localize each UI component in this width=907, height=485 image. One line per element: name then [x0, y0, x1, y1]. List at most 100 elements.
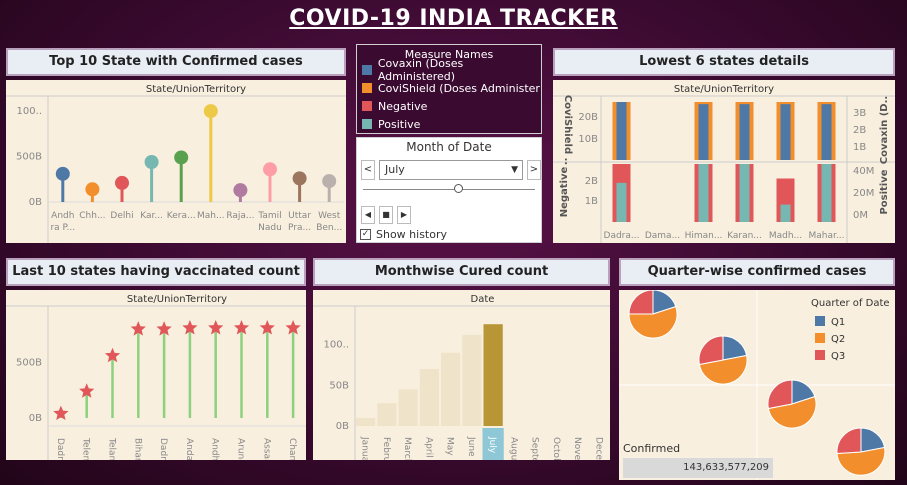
y-tick-label: 100..	[17, 106, 42, 117]
lollipop-head	[144, 155, 159, 169]
top10-title: Top 10 State with Confirmed cases	[6, 48, 346, 76]
show-history-label: Show history	[376, 228, 448, 241]
y-tick-label: 20B	[578, 112, 598, 123]
monthwise-svg: Date 0B 50B 100.. January Februa... March April…	[313, 290, 610, 477]
legend-swatch	[362, 101, 372, 111]
month-select-value: July	[385, 163, 405, 176]
y-tick-label: 3B	[853, 108, 866, 119]
quarter-svg: Quarter of Date Q1 Q2 Q3 Confirmed143,633,57…	[619, 289, 895, 480]
x-tick-label: Andh	[51, 211, 74, 221]
y-axis-label: Positive	[879, 169, 890, 214]
lollipop-head	[174, 150, 189, 165]
y-tick-label: 20M	[853, 188, 874, 199]
bar-positive	[780, 204, 791, 222]
x-tick-label: Dadra...	[604, 231, 640, 241]
y-axis-label: Covaxin (D..	[879, 96, 890, 164]
show-history-checkbox[interactable]: ✓	[360, 229, 371, 240]
x-tick-label: Pra...	[288, 223, 311, 233]
top10-chart[interactable]: State/UnionTerritory 0B 500B 100.. Andh ra P.…	[6, 80, 346, 243]
prev-button[interactable]: <	[361, 160, 375, 180]
y-tick-label: 40M	[853, 166, 874, 177]
x-tick-label: Raja...	[226, 211, 254, 221]
y-tick-label: 1B	[853, 142, 866, 153]
legend-swatch	[815, 333, 825, 343]
month-select[interactable]: July ▼	[379, 160, 523, 180]
next-button[interactable]: >	[527, 160, 541, 180]
legend-label: Positive	[378, 117, 421, 131]
pie-slice-q3	[767, 379, 793, 410]
last10-chart[interactable]: State/UnionTerritory 0B 500B Dadra... Teleng…	[6, 290, 306, 478]
month-slider-handle[interactable]	[454, 184, 463, 193]
bar-positive	[616, 182, 627, 222]
x-tick-label: April	[423, 437, 433, 458]
axis-bg	[313, 290, 353, 460]
legend-swatch	[362, 65, 372, 75]
column-header: Date	[471, 294, 495, 305]
x-tick-label: Himan...	[685, 231, 723, 241]
x-tick-label: May	[445, 437, 455, 456]
legend-label: Negative	[378, 99, 428, 113]
x-tick-label: March	[402, 437, 412, 460]
x-tick-label: August	[508, 437, 518, 460]
month-slider-track[interactable]	[363, 189, 535, 190]
legend-swatch	[362, 119, 372, 129]
legend-item[interactable]: Negative	[357, 97, 541, 115]
x-tick-label: Andam...	[184, 438, 194, 460]
lollipop-head	[115, 175, 129, 190]
y-tick-label: 10B	[578, 134, 598, 145]
column-header: State/UnionTerritory	[146, 84, 246, 95]
bar-covaxin	[739, 104, 750, 160]
bar-positive	[739, 164, 750, 222]
lollipop-head	[292, 171, 307, 186]
play-icon[interactable]: ▶	[397, 206, 411, 224]
monthwise-chart[interactable]: Date 0B 50B 100.. January Februa... March April…	[313, 290, 610, 477]
x-tick-label: June	[466, 436, 476, 457]
legend-item[interactable]: CoviShield (Doses Administer	[357, 79, 541, 97]
last10-title: Last 10 states having vaccinated count	[6, 258, 306, 286]
y-tick-label: 0B	[336, 421, 349, 432]
y-tick-label: 500B	[16, 357, 42, 368]
lollipop-head	[55, 166, 70, 181]
confirmed-value: 143,633,577,209	[683, 462, 769, 473]
legend-label: Q3	[831, 351, 845, 362]
legend-item[interactable]: Covaxin (Doses Administered)	[357, 57, 541, 83]
lollipop-head	[85, 182, 100, 197]
x-tick-label: Assam	[261, 438, 271, 460]
column-header: State/UnionTerritory	[127, 294, 227, 305]
x-tick-label: Decem...	[593, 437, 603, 460]
quarter-chart[interactable]: Quarter of Date Q1 Q2 Q3 Confirmed 143,633,57…	[619, 289, 895, 480]
lowest6-svg: State/UnionTerritory CoviShield .. Covaxin…	[553, 80, 895, 243]
bar-covaxin	[698, 104, 709, 160]
back-icon[interactable]: ◀	[361, 206, 375, 224]
x-tick-label: Februa...	[381, 437, 391, 460]
y-tick-label: 1B	[585, 196, 598, 207]
x-tick-label: Chh...	[79, 211, 105, 221]
x-tick-label: Dadra...	[55, 438, 65, 460]
month-bar	[398, 389, 418, 426]
month-bar	[419, 369, 439, 426]
legend-swatch	[362, 83, 372, 93]
last10-svg: State/UnionTerritory 0B 500B Dadra... Teleng…	[6, 290, 306, 478]
chevron-down-icon: ▼	[511, 165, 518, 175]
x-tick-label: Bihar	[132, 438, 142, 460]
month-filter: Month of Date < July ▼ > ◀ ■ ▶ ✓ Show hi…	[356, 137, 542, 243]
month-bar	[441, 352, 461, 426]
lowest6-chart[interactable]: State/UnionTerritory CoviShield .. Covaxin…	[553, 80, 895, 243]
y-tick-label: 2B	[585, 176, 598, 187]
legend-label: Covaxin (Doses Administered)	[377, 57, 464, 83]
x-tick-label: Madh...	[769, 231, 802, 241]
legend-label: Q2	[831, 334, 845, 345]
legend-item[interactable]: Positive	[357, 115, 541, 133]
x-tick-label: Dama...	[645, 231, 680, 241]
stop-icon[interactable]: ■	[379, 206, 393, 224]
x-tick-label: January	[360, 436, 370, 460]
x-tick-label: Mah...	[197, 211, 225, 221]
y-tick-label: 0B	[29, 197, 42, 208]
month-bar	[462, 334, 482, 426]
legend-label: Q1	[831, 317, 845, 328]
x-tick-label: Delhi	[110, 211, 133, 221]
month-bar	[377, 403, 397, 426]
month-bar	[483, 324, 503, 426]
y-tick-label: 50B	[329, 380, 349, 391]
y-tick-label: 0M	[853, 210, 868, 221]
